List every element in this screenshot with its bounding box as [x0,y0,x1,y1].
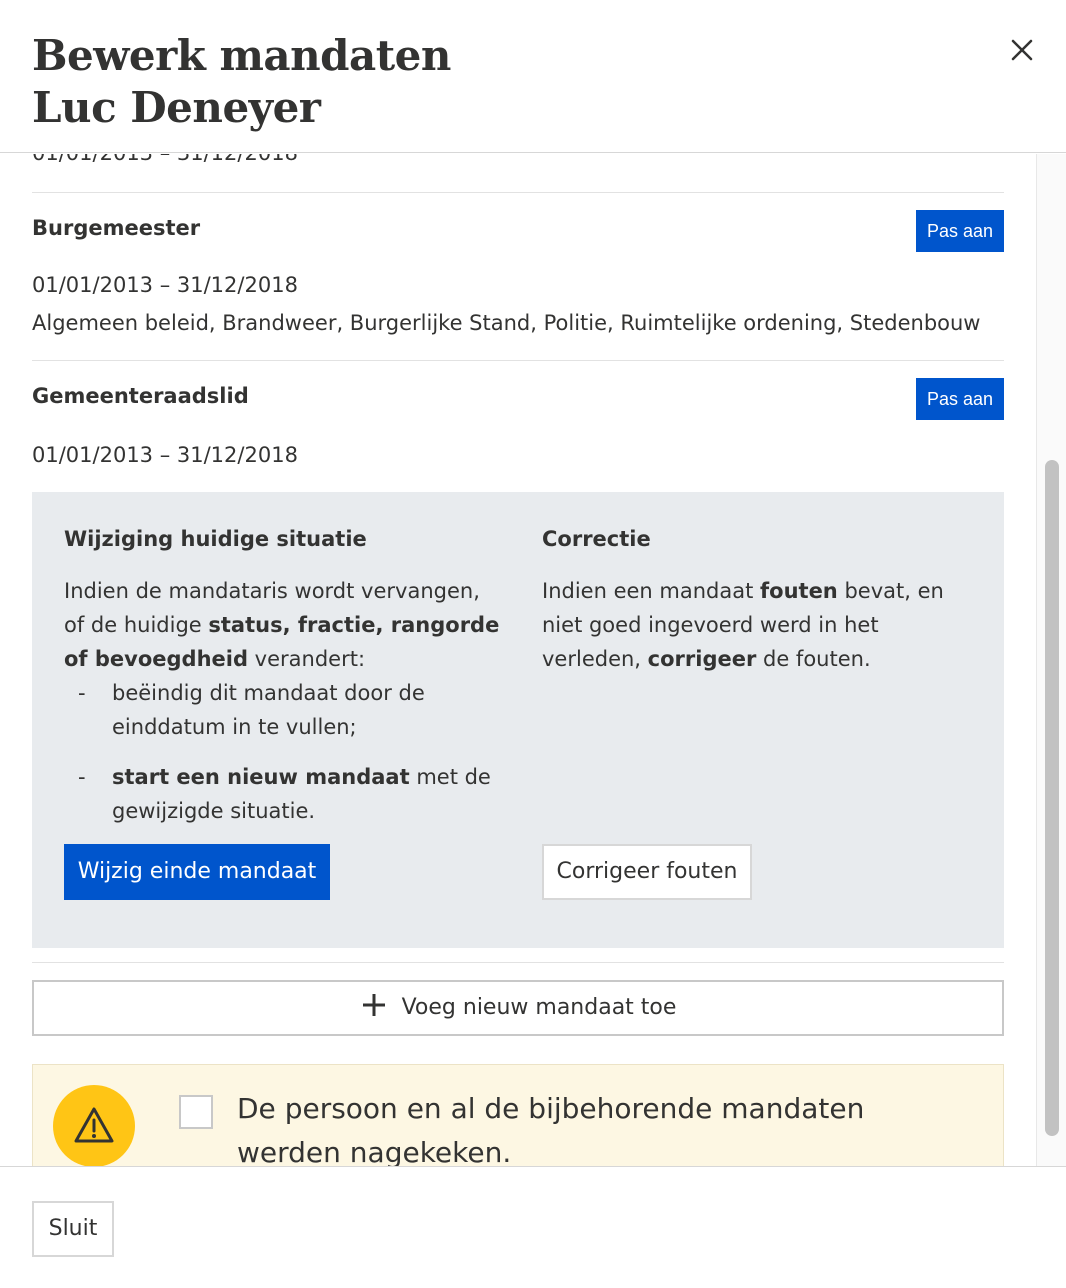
correct-errors-button[interactable]: Corrigeer fouten [542,844,752,900]
edit-mandate-button[interactable]: Pas aan [916,378,1004,420]
correction-heading: Correctie [542,527,651,551]
divider [32,360,1004,361]
divider [32,962,1004,963]
modal-title-line2: Luc Deneyer [32,83,321,132]
modal-footer: Sluit [0,1166,1066,1288]
modal-title: Bewerk mandaten Luc Deneyer [32,30,451,134]
list-item-text: beëindig dit mandaat door de einddatum i… [112,681,425,739]
mandate-title: Burgemeester [32,216,201,240]
correction-text: Indien een mandaat fouten bevat, en niet… [542,574,962,676]
text-bold-segment: start een nieuw mandaat [112,765,410,789]
text-segment: verandert: [248,647,366,671]
text-bold-segment: corrigeer [647,647,757,671]
scrollbar-thumb[interactable] [1045,460,1059,1136]
scrollbar[interactable] [1036,154,1066,1166]
divider [32,192,1004,193]
edit-mandate-button[interactable]: Pas aan [916,210,1004,252]
text-segment: Indien een mandaat [542,579,761,603]
add-mandate-label: Voeg nieuw mandaat toe [401,995,677,1020]
text-bold-segment: fouten [760,579,838,603]
list-dash: - [78,681,86,705]
mandate-date-range: 01/01/2013 – 31/12/2018 [32,443,298,467]
text-segment: de fouten. [756,647,871,671]
plus-icon [362,994,385,1016]
close-modal-button[interactable]: Sluit [32,1201,114,1257]
close-button[interactable] [1006,34,1038,66]
review-warning: De persoon en al de bijbehorende mandate… [32,1064,1004,1166]
change-end-mandate-button[interactable]: Wijzig einde mandaat [64,844,330,900]
modal-title-line1: Bewerk mandaten [32,31,451,80]
modal-header: Bewerk mandaten Luc Deneyer [0,0,1066,153]
mandate-date-range: 01/01/2013 – 31/12/2018 [32,273,298,297]
list-dash: - [78,765,86,789]
change-situation-text: Indien de mandataris wordt vervangen, of… [64,574,504,676]
change-situation-heading: Wijziging huidige situatie [64,527,367,551]
warning-icon [53,1085,135,1166]
list-item-text: start een nieuw mandaat met de gewijzigd… [112,760,512,828]
add-mandate-button[interactable]: Voeg nieuw mandaat toe [32,980,1004,1036]
previous-mandate-date: 01/01/2013 – 31/12/2018 [32,154,298,168]
mandate-title: Gemeenteraadslid [32,384,249,408]
reviewed-checkbox[interactable] [179,1095,213,1129]
close-icon [1011,39,1033,61]
mandate-change-info-panel: Wijziging huidige situatie Indien de man… [32,492,1004,948]
mandate-competences: Algemeen beleid, Brandweer, Burgerlijke … [32,311,981,335]
modal-body: 01/01/2013 – 31/12/2018 Burgemeester Pas… [0,154,1066,1166]
reviewed-checkbox-label[interactable]: De persoon en al de bijbehorende mandate… [237,1087,977,1166]
